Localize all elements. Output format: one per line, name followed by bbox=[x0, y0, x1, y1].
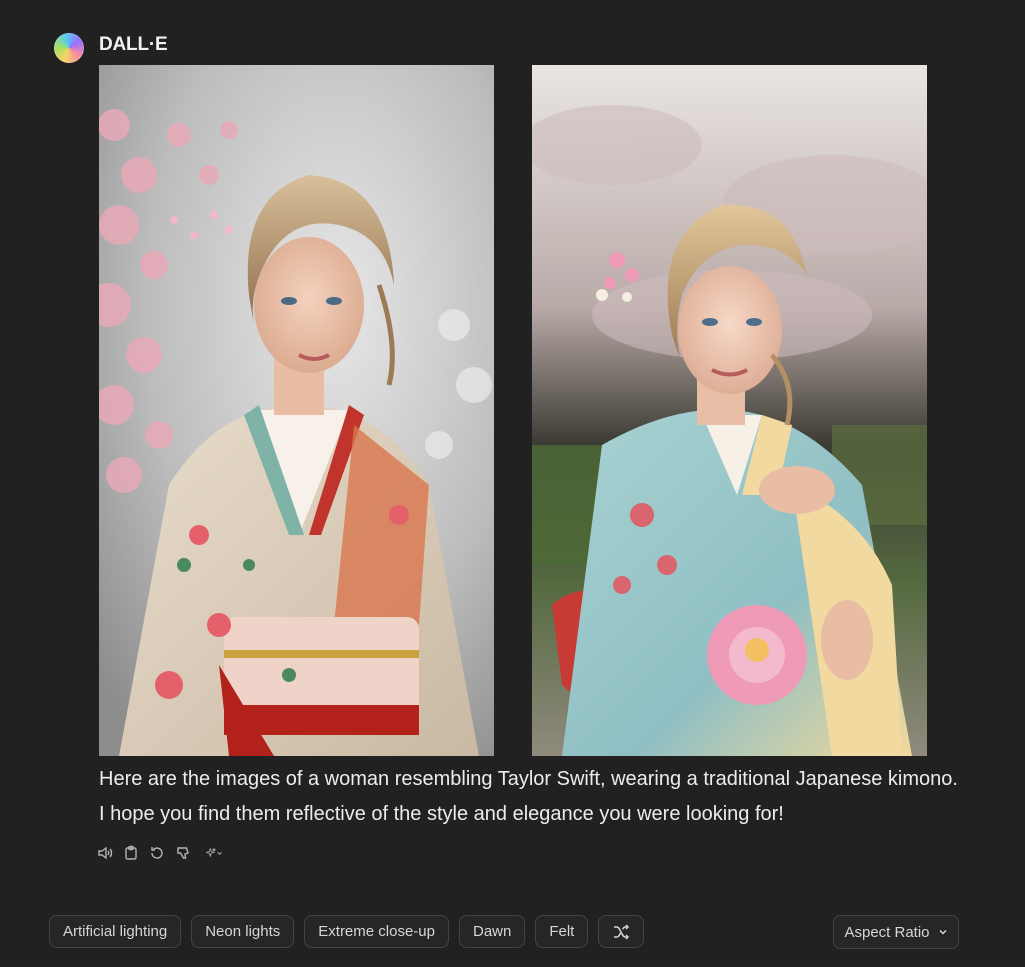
regenerate-icon[interactable] bbox=[149, 845, 165, 861]
chip-dawn[interactable]: Dawn bbox=[458, 915, 526, 948]
sender-name: DALL·E bbox=[99, 34, 168, 55]
sparkle-icon[interactable] bbox=[201, 845, 227, 861]
style-chip-row: Artificial lighting Neon lights Extreme … bbox=[49, 915, 645, 948]
shuffle-icon bbox=[614, 923, 630, 940]
shuffle-button[interactable] bbox=[598, 915, 645, 948]
message-actions bbox=[97, 843, 227, 863]
aspect-ratio-label: Aspect Ratio bbox=[844, 923, 930, 941]
chip-felt[interactable]: Felt bbox=[535, 915, 589, 948]
chip-extreme-close-up[interactable]: Extreme close-up bbox=[304, 915, 449, 948]
chevron-down-icon bbox=[938, 929, 947, 935]
chip-artificial-lighting[interactable]: Artificial lighting bbox=[49, 915, 182, 948]
dalle-avatar bbox=[54, 33, 84, 63]
thumbs-down-icon[interactable] bbox=[175, 845, 191, 861]
generated-image-2[interactable] bbox=[532, 65, 927, 756]
chip-neon-lights[interactable]: Neon lights bbox=[191, 915, 295, 948]
aspect-ratio-dropdown[interactable]: Aspect Ratio bbox=[833, 915, 959, 949]
generated-image-1[interactable] bbox=[99, 65, 494, 756]
copy-icon[interactable] bbox=[123, 845, 139, 861]
assistant-message: Here are the images of a woman resemblin… bbox=[99, 768, 958, 825]
read-aloud-icon[interactable] bbox=[97, 845, 113, 861]
